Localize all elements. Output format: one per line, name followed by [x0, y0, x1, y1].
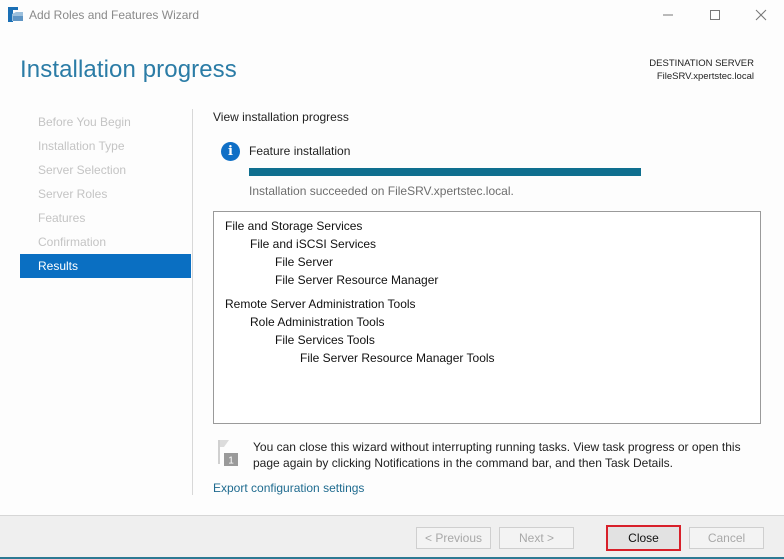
window-title: Add Roles and Features Wizard: [29, 8, 200, 22]
result-item: Remote Server Administration Tools: [225, 297, 416, 311]
destination-server-name: FileSRV.xpertstec.local: [656, 71, 754, 82]
close-button[interactable]: Close: [606, 525, 681, 551]
wizard-footer: < Previous Next > Close Cancel: [0, 515, 784, 559]
nav-divider: [192, 109, 193, 495]
section-label: View installation progress: [213, 110, 349, 124]
result-item: File Server Resource Manager: [275, 273, 439, 287]
progress-fill: [249, 168, 641, 176]
notification-badge: 1: [228, 456, 234, 467]
previous-button[interactable]: < Previous: [416, 527, 491, 549]
maximize-button[interactable]: [692, 0, 738, 30]
wizard-steps: Before You Begin Installation Type Serve…: [20, 110, 191, 278]
installed-features-list[interactable]: File and Storage Services File and iSCSI…: [213, 211, 761, 424]
result-item: File Server Resource Manager Tools: [300, 351, 495, 365]
step-before-you-begin: Before You Begin: [38, 115, 131, 129]
close-icon: [755, 9, 767, 21]
step-server-roles: Server Roles: [38, 187, 108, 201]
info-icon: i: [221, 142, 240, 161]
feature-installation-label: Feature installation: [249, 144, 351, 158]
installation-status: Installation succeeded on FileSRV.xperts…: [249, 184, 514, 198]
result-item: File and iSCSI Services: [250, 237, 377, 251]
step-server-selection: Server Selection: [38, 163, 127, 177]
destination-label: DESTINATION SERVER: [649, 58, 754, 69]
minimize-icon: [663, 14, 673, 16]
cancel-button[interactable]: Cancel: [689, 527, 764, 549]
notification-flag-icon: 1: [218, 440, 238, 467]
result-item: File and Storage Services: [225, 219, 363, 233]
result-item: File Server: [275, 255, 334, 269]
destination-server: DESTINATION SERVER FileSRV.xpertstec.loc…: [649, 57, 754, 83]
server-manager-icon: [8, 7, 23, 22]
installation-progress-bar: [249, 168, 641, 176]
result-item: Role Administration Tools: [250, 315, 385, 329]
maximize-icon: [710, 10, 720, 20]
export-configuration-link[interactable]: Export configuration settings: [213, 481, 364, 495]
step-confirmation: Confirmation: [38, 235, 107, 249]
close-window-button[interactable]: [738, 0, 784, 30]
page-title: Installation progress: [20, 56, 237, 83]
result-item: File Services Tools: [275, 333, 375, 347]
step-results[interactable]: Results: [20, 254, 191, 278]
title-bar: Add Roles and Features Wizard: [0, 0, 784, 30]
minimize-button[interactable]: [645, 0, 691, 30]
step-installation-type: Installation Type: [38, 139, 125, 153]
next-button[interactable]: Next >: [499, 527, 574, 549]
close-wizard-note: You can close this wizard without interr…: [253, 440, 741, 470]
step-features: Features: [38, 211, 86, 225]
